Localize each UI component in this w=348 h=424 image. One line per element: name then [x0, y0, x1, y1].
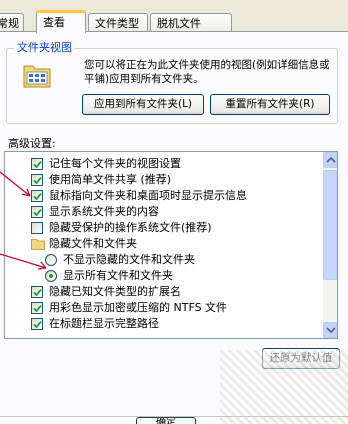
ok-button[interactable]: 确定 [136, 417, 196, 424]
setting-label: 隐藏文件和文件夹 [49, 237, 137, 250]
setting-row[interactable]: 显示所有文件和文件夹 [5, 268, 323, 284]
apply-to-all-folders-button[interactable]: 应用到所有文件夹(L) [82, 94, 204, 115]
unchecked-checkbox[interactable] [31, 222, 43, 234]
chevron-down-icon [326, 327, 336, 334]
tab-general[interactable]: 常规 [0, 13, 24, 32]
advanced-settings-label: 高级设置: [8, 137, 56, 150]
checked-checkbox[interactable] [31, 158, 43, 170]
setting-label: 在标题栏显示完整路径 [49, 317, 159, 330]
unselected-radio[interactable] [45, 254, 57, 266]
vertical-scrollbar[interactable] [323, 152, 337, 338]
selected-radio[interactable] [45, 270, 57, 282]
setting-label: 隐藏已知文件类型的扩展名 [49, 285, 181, 298]
tab-view[interactable]: 查看 [36, 10, 86, 33]
folder-views-description: 您可以将正在为此文件夹使用的视图(例如详细信息或平铺)应用到所有文件夹。 [84, 59, 330, 85]
checkmark-icon [33, 208, 42, 217]
setting-label: 显示所有文件和文件夹 [63, 269, 173, 282]
checkmark-icon [33, 320, 42, 329]
setting-label: 用彩色显示加密或压缩的 NTFS 文件 [49, 301, 228, 314]
setting-label: 鼠标指向文件夹和桌面项时显示提示信息 [49, 189, 247, 202]
setting-row[interactable]: 鼠标指向文件夹和桌面项时显示提示信息 [5, 188, 323, 204]
folder-views-title: 文件夹视图 [14, 40, 75, 55]
setting-row[interactable]: 使用简单文件共享 (推荐) [5, 172, 323, 188]
setting-row[interactable]: 隐藏受保护的操作系统文件(推荐) [5, 220, 323, 236]
restore-defaults-button[interactable]: 还原为默认值 [262, 348, 340, 369]
setting-row: 隐藏文件和文件夹 [5, 236, 323, 252]
scroll-up-button[interactable] [323, 152, 337, 168]
setting-row[interactable]: 在标题栏显示完整路径 [5, 316, 323, 332]
checkmark-icon [33, 176, 42, 185]
radio-dot [49, 274, 53, 278]
folder-options-dialog: 常规 文件类型 脱机文件 查看 文件夹视图 您可以将正在为此文件夹使用的视图(例… [0, 0, 348, 424]
advanced-settings-list[interactable]: 记住每个文件夹的视图设置 使用简单文件共享 (推荐) 鼠标指向文件夹和桌面项时显示提… [4, 151, 338, 339]
tab-strip: 常规 文件类型 脱机文件 查看 [0, 0, 348, 33]
tab-file-types[interactable]: 文件类型 [88, 13, 148, 32]
scroll-thumb[interactable] [323, 170, 337, 280]
checked-checkbox[interactable] [31, 174, 43, 186]
setting-row[interactable]: 显示系统文件夹的内容 [5, 204, 323, 220]
setting-label: 使用简单文件共享 (推荐) [49, 173, 172, 186]
scroll-down-button[interactable] [323, 322, 337, 338]
tab-offline-files[interactable]: 脱机文件 [150, 13, 232, 32]
setting-label: 记住每个文件夹的视图设置 [49, 157, 181, 170]
checkmark-icon [33, 192, 42, 201]
checkmark-icon [33, 160, 42, 169]
setting-row[interactable]: 用彩色显示加密或压缩的 NTFS 文件 [5, 300, 323, 316]
reset-all-folders-button[interactable]: 重置所有文件夹(R) [210, 94, 330, 115]
checked-checkbox[interactable] [31, 286, 43, 298]
checked-checkbox[interactable] [31, 302, 43, 314]
checked-checkbox[interactable] [31, 318, 43, 330]
chevron-up-icon [326, 156, 336, 163]
setting-row[interactable]: 记住每个文件夹的视图设置 [5, 156, 323, 172]
checkmark-icon [33, 304, 42, 313]
setting-row[interactable]: 不显示隐藏的文件和文件夹 [5, 252, 323, 268]
setting-label: 显示系统文件夹的内容 [49, 205, 159, 218]
checked-checkbox[interactable] [31, 206, 43, 218]
folder-icon [31, 239, 45, 250]
checked-checkbox[interactable] [31, 190, 43, 202]
checkmark-icon [33, 288, 42, 297]
setting-label: 不显示隐藏的文件和文件夹 [63, 253, 195, 266]
setting-label: 隐藏受保护的操作系统文件(推荐) [49, 221, 212, 234]
folder-view-icon [23, 65, 51, 88]
setting-row[interactable]: 隐藏已知文件类型的扩展名 [5, 284, 323, 300]
